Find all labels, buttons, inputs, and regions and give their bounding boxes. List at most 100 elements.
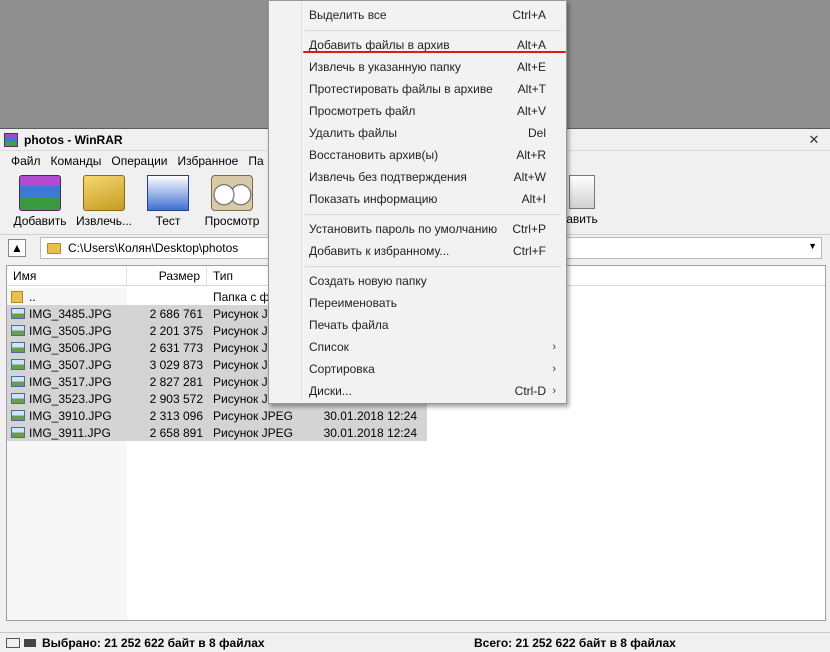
- menu-item-label: Показать информацию: [309, 192, 438, 206]
- image-file-icon: [11, 359, 25, 370]
- file-size: 2 631 773: [149, 340, 203, 355]
- file-name: IMG_3523.JPG: [7, 392, 127, 406]
- red-underline-annotation: [303, 51, 566, 53]
- file-name-text: IMG_3911.JPG: [29, 425, 111, 440]
- repair-button-label: авить: [566, 212, 598, 226]
- view-button[interactable]: Просмотр: [200, 175, 264, 228]
- context-menu-item[interactable]: Печать файла: [269, 314, 566, 336]
- column-header-size[interactable]: Размер: [127, 266, 207, 285]
- file-name: IMG_3505.JPG: [7, 324, 127, 338]
- path-text: C:\Users\Колян\Desktop\photos: [68, 241, 239, 255]
- file-name: IMG_3506.JPG: [7, 341, 127, 355]
- menu-file[interactable]: Файл: [6, 154, 46, 168]
- menu-operations[interactable]: Операции: [106, 154, 172, 168]
- menu-item-shortcut: Del: [527, 126, 546, 140]
- extract-button-label: Извлечь...: [75, 214, 132, 228]
- file-name: IMG_3911.JPG: [7, 426, 127, 440]
- menu-item-shortcut: Ctrl+A: [512, 8, 546, 22]
- context-menu-item[interactable]: Протестировать файлы в архиве Alt+T: [269, 78, 566, 100]
- file-date: 30.01.2018 12:24: [323, 408, 417, 423]
- context-menu-item[interactable]: Добавить к избранному... Ctrl+F: [269, 240, 566, 262]
- image-file-icon: [11, 393, 25, 404]
- file-size: 2 827 281: [149, 374, 203, 389]
- menu-item-shortcut: Alt+R: [516, 148, 546, 162]
- close-icon[interactable]: ✕: [806, 132, 822, 148]
- menu-item-label: Переименовать: [309, 296, 397, 310]
- image-file-icon: [11, 410, 25, 421]
- context-menu-item[interactable]: Установить пароль по умолчанию Ctrl+P: [269, 218, 566, 240]
- menu-item-shortcut: Alt+V: [516, 104, 546, 118]
- test-button-label: Тест: [155, 214, 181, 228]
- file-date: 30.01.2018 12:24: [323, 425, 417, 440]
- menu-item-shortcut: Alt+A: [516, 38, 546, 52]
- menu-item-label: Список: [309, 340, 349, 354]
- up-folder-button[interactable]: ▲: [8, 239, 26, 257]
- repair-icon: [569, 175, 595, 209]
- submenu-arrow-icon: ›: [552, 385, 556, 397]
- test-button[interactable]: Тест: [136, 175, 200, 228]
- file-size: 2 903 572: [149, 391, 203, 406]
- add-button-label: Добавить: [13, 214, 67, 228]
- winrar-app-icon: [4, 132, 18, 147]
- submenu-arrow-icon: ›: [552, 363, 556, 375]
- context-menu-item[interactable]: Сортировка ›: [269, 358, 566, 380]
- extract-button[interactable]: Извлечь...: [72, 175, 136, 228]
- menu-favorites[interactable]: Избранное: [173, 154, 244, 168]
- menu-item-label: Установить пароль по умолчанию: [309, 222, 498, 236]
- file-name: IMG_3485.JPG: [7, 307, 127, 321]
- menu-commands[interactable]: Команды: [46, 154, 107, 168]
- menu-item-label: Создать новую папку: [309, 274, 427, 288]
- image-file-icon: [11, 342, 25, 353]
- context-menu-item[interactable]: Извлечь в указанную папку Alt+E: [269, 56, 566, 78]
- context-menu-item[interactable]: Переименовать: [269, 292, 566, 314]
- menu-item-shortcut: Alt+W: [513, 170, 546, 184]
- menu-item-shortcut: Alt+T: [517, 82, 546, 96]
- menu-item-label: Добавить к избранному...: [309, 244, 450, 258]
- menu-separator: [305, 214, 561, 215]
- context-menu-item[interactable]: Извлечь без подтверждения Alt+W: [269, 166, 566, 188]
- context-menu-item[interactable]: Показать информацию Alt+I: [269, 188, 566, 210]
- context-menu-item[interactable]: Удалить файлы Del: [269, 122, 566, 144]
- chevron-down-icon[interactable]: ▼: [808, 241, 817, 251]
- table-row[interactable]: IMG_3911.JPG 2 658 891 Рисунок JPEG 30.01.2…: [7, 424, 427, 441]
- menu-item-label: Добавить файлы в архив: [309, 38, 450, 52]
- context-menu-item[interactable]: Создать новую папку: [269, 270, 566, 292]
- file-size: 3 029 873: [149, 357, 203, 372]
- context-menu-item[interactable]: Диски... Ctrl-D ›: [269, 380, 566, 402]
- column-header-name[interactable]: Имя: [7, 266, 127, 285]
- image-file-icon: [11, 427, 25, 438]
- view-icon: [211, 175, 253, 211]
- folder-icon: [47, 242, 61, 254]
- window-title: photos - WinRAR: [24, 132, 123, 147]
- context-menu-item[interactable]: Выделить все Ctrl+A: [269, 4, 566, 26]
- context-menu-item[interactable]: Список ›: [269, 336, 566, 358]
- menu-item-label: Извлечь без подтверждения: [309, 170, 467, 184]
- file-size: 2 201 375: [149, 323, 203, 338]
- menu-parameters[interactable]: Па: [243, 154, 268, 168]
- submenu-arrow-icon: ›: [552, 341, 556, 353]
- file-type: Рисунок JPEG: [213, 408, 293, 423]
- table-row[interactable]: IMG_3910.JPG 2 313 096 Рисунок JPEG 30.01.2…: [7, 407, 427, 424]
- menu-item-label: Удалить файлы: [309, 126, 398, 140]
- drive-icon: [6, 637, 20, 648]
- status-selected: Выбрано: 21 252 622 байт в 8 файлах: [42, 635, 265, 650]
- file-name-text: IMG_3517.JPG: [29, 374, 112, 389]
- image-file-icon: [11, 325, 25, 336]
- context-menu-item[interactable]: Восстановить архив(ы) Alt+R: [269, 144, 566, 166]
- image-file-icon: [11, 308, 25, 319]
- file-name-text: IMG_3507.JPG: [29, 357, 112, 372]
- up-arrow-icon: ▲: [11, 241, 23, 255]
- menu-item-shortcut: Alt+E: [516, 60, 546, 74]
- context-menu-item[interactable]: Просмотреть файл Alt+V: [269, 100, 566, 122]
- key-icon: [24, 638, 36, 647]
- add-button[interactable]: Добавить: [8, 175, 72, 228]
- menu-item-label: Печать файла: [309, 318, 389, 332]
- folder-icon: [11, 290, 23, 303]
- file-name: IMG_3910.JPG: [7, 409, 127, 423]
- file-name-text: IMG_3485.JPG: [29, 306, 112, 321]
- image-file-icon: [11, 376, 25, 387]
- menu-item-shortcut: Ctrl+F: [513, 244, 546, 258]
- file-size: 2 658 891: [149, 425, 203, 440]
- file-size: 2 686 761: [149, 306, 203, 321]
- file-type: Рисунок JPEG: [213, 425, 293, 440]
